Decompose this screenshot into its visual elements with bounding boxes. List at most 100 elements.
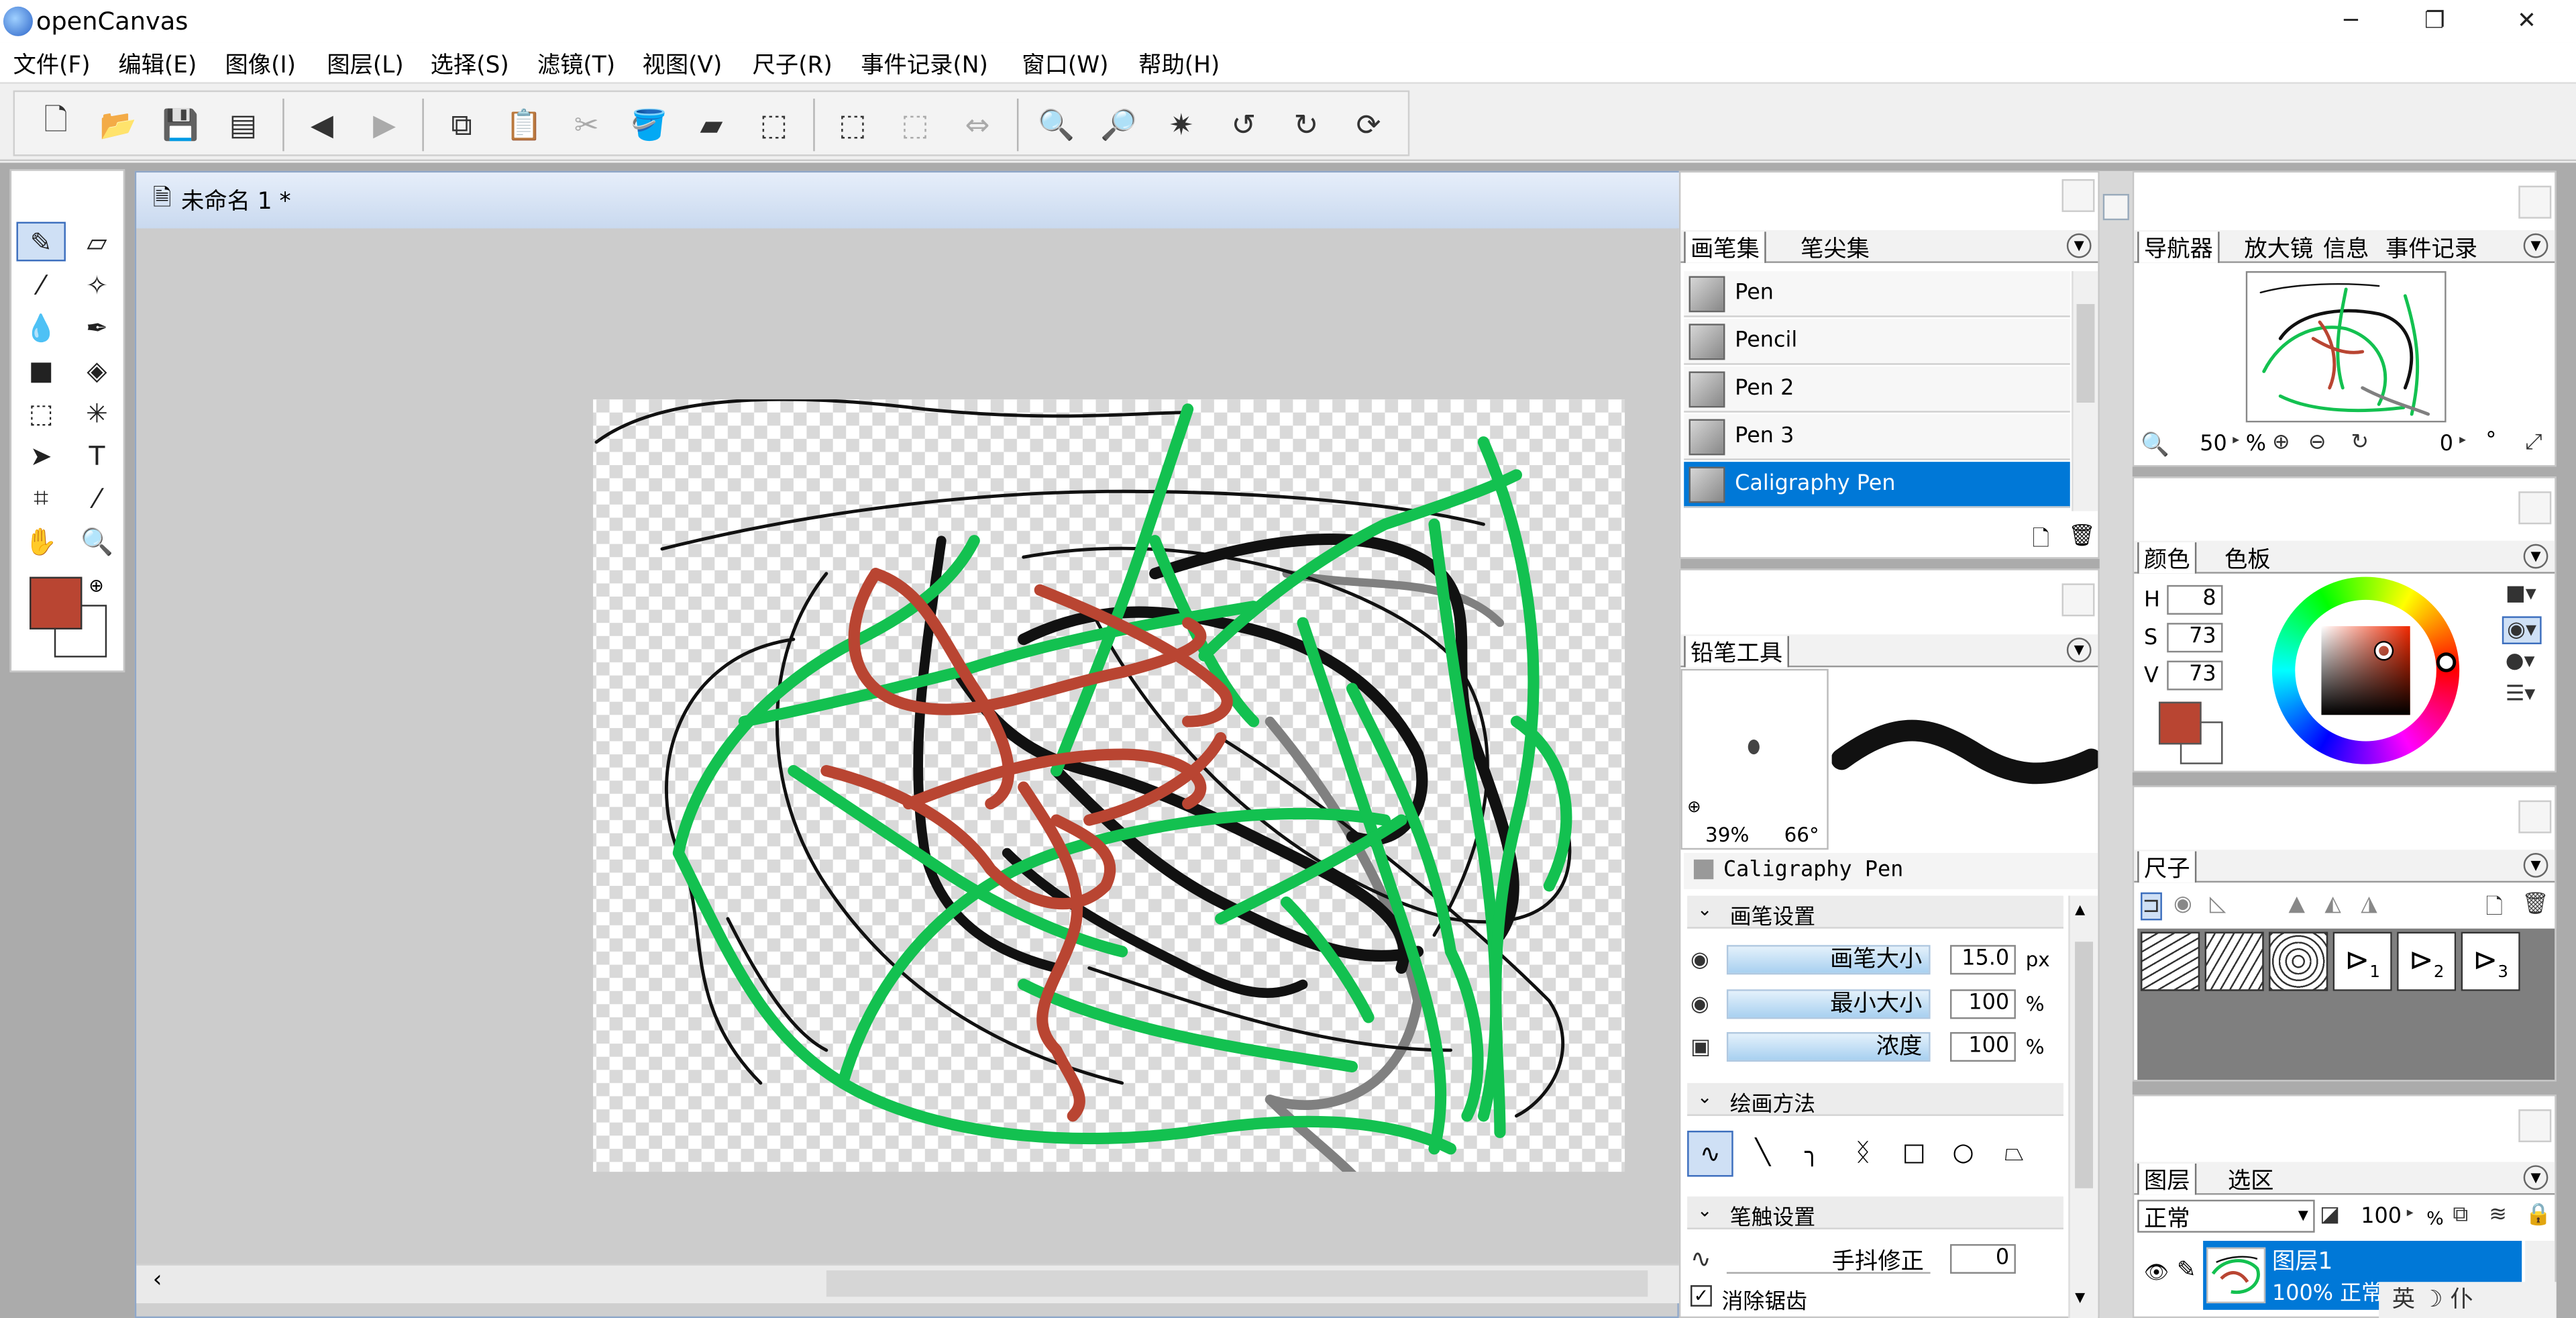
sv-square[interactable] bbox=[2321, 626, 2410, 715]
tab-event-record[interactable]: 事件记录 bbox=[2381, 232, 2483, 263]
panel-menu-icon[interactable]: ▼ bbox=[2523, 1165, 2548, 1190]
previous-icon[interactable]: ◀ bbox=[303, 105, 342, 145]
ruler-parallel-icon[interactable] bbox=[2141, 931, 2200, 991]
navigator-thumbnail[interactable] bbox=[2245, 271, 2447, 423]
sv-picker-icon[interactable] bbox=[2375, 642, 2392, 660]
selection-tool-icon[interactable]: ⬚ bbox=[16, 393, 65, 432]
color-fg-swatch[interactable] bbox=[2158, 701, 2202, 745]
tab-brush-set[interactable]: 画笔集 bbox=[1684, 232, 1766, 263]
foreground-color-swatch[interactable] bbox=[30, 576, 83, 629]
list-item-brush[interactable]: Pen 2 bbox=[1684, 366, 2070, 413]
line-method-icon[interactable]: ╲ bbox=[1739, 1131, 1786, 1177]
layer-visibility-eye-icon[interactable]: 👁 bbox=[2144, 1260, 2169, 1283]
delete-ruler-icon[interactable]: 🗑 bbox=[2522, 893, 2548, 917]
ruler-concentric-icon[interactable] bbox=[2269, 931, 2328, 991]
restore-button[interactable]: ❐ bbox=[2397, 0, 2473, 43]
panel-menu-icon[interactable]: ▼ bbox=[2523, 233, 2548, 258]
copy-icon[interactable]: ⧉ bbox=[442, 105, 482, 145]
swap-colors-icon[interactable]: ⊕ bbox=[89, 575, 104, 597]
fill-tool-icon[interactable]: ◈ bbox=[72, 350, 121, 390]
brush-tool-icon[interactable]: ⁄ bbox=[16, 264, 65, 304]
tab-layers[interactable]: 图层 bbox=[2137, 1163, 2197, 1195]
ime-indicator[interactable]: 英 ☽ 仆 bbox=[2379, 1282, 2557, 1318]
panel-menu-icon[interactable]: ▼ bbox=[2523, 544, 2548, 569]
rectangle-method-icon[interactable]: □ bbox=[1891, 1131, 1937, 1177]
ruler-snap-icon[interactable]: ⊐ bbox=[2141, 892, 2162, 921]
freehand-method-icon[interactable]: ∿ bbox=[1687, 1130, 1733, 1177]
panel-menu-icon[interactable]: ▼ bbox=[2066, 233, 2092, 258]
panel-menu-icon[interactable]: ▼ bbox=[2066, 638, 2092, 662]
color-mode-square-icon[interactable]: ■▾ bbox=[2506, 582, 2536, 607]
value-input[interactable]: 73 bbox=[2167, 660, 2223, 691]
ruler-radial-icon[interactable] bbox=[2204, 931, 2264, 991]
layer-stack-icon[interactable]: ≋ bbox=[2489, 1203, 2507, 1228]
curve-method-icon[interactable]: ╮ bbox=[1789, 1131, 1835, 1177]
layer-brush-lock-icon[interactable]: ✎ bbox=[2177, 1257, 2196, 1283]
brush-list-scrollbar[interactable] bbox=[2072, 271, 2098, 511]
ruler-perspective3-icon[interactable]: ◮ bbox=[2361, 893, 2377, 917]
scroll-left-icon[interactable]: ‹ bbox=[153, 1267, 162, 1293]
zoom-out-icon[interactable]: 🔎 bbox=[1099, 105, 1138, 145]
pencil-panel-scrollbar[interactable]: ▲ ▼ bbox=[2068, 895, 2098, 1318]
menu-edit[interactable]: 编辑(E) bbox=[118, 48, 197, 81]
tab-ruler[interactable]: 尺子 bbox=[2137, 851, 2197, 883]
panel-toggle-button[interactable] bbox=[2518, 800, 2552, 833]
eyedropper-tool-icon[interactable]: ⁄ bbox=[72, 478, 121, 518]
panel-menu-icon[interactable]: ▼ bbox=[2523, 853, 2548, 878]
close-button[interactable]: ✕ bbox=[2489, 0, 2565, 43]
stabilizer-slider[interactable]: 手抖修正 bbox=[1726, 1244, 1931, 1275]
menu-image[interactable]: 图像(I) bbox=[225, 48, 296, 81]
min-size-input[interactable]: 100 bbox=[1949, 989, 2016, 1019]
eraser-tool-icon[interactable]: ▱ bbox=[72, 222, 121, 262]
ruler-visible-icon[interactable]: ◉ bbox=[2174, 893, 2192, 917]
density-slider[interactable]: 浓度 bbox=[1726, 1031, 1931, 1062]
paste-icon[interactable]: 📋 bbox=[504, 105, 544, 145]
stabilizer-input[interactable]: 0 bbox=[1949, 1244, 2016, 1274]
save-icon[interactable]: 💾 bbox=[161, 105, 201, 145]
menu-ruler[interactable]: 尺子(R) bbox=[753, 48, 833, 81]
ruler-vp1-icon[interactable]: ⊳1 bbox=[2332, 931, 2392, 991]
size-pressure-icon[interactable]: ◉ bbox=[1690, 948, 1709, 973]
menu-file[interactable]: 文件(F) bbox=[13, 48, 91, 81]
brush-size-input[interactable]: 15.0 bbox=[1949, 945, 2016, 975]
min-size-pressure-icon[interactable]: ◉ bbox=[1690, 993, 1709, 1017]
color-mode-sphere-icon[interactable]: ●▾ bbox=[2506, 649, 2535, 674]
tab-info[interactable]: 信息 bbox=[2318, 232, 2374, 263]
drawing-canvas[interactable] bbox=[136, 228, 1680, 1264]
select-rect-icon[interactable]: ⬚ bbox=[833, 105, 873, 145]
fit-icon[interactable]: ⤢ bbox=[2525, 431, 2542, 456]
menu-event-record[interactable]: 事件记录(N) bbox=[861, 48, 988, 81]
zoom-in-icon[interactable]: 🔍 bbox=[1036, 105, 1076, 145]
rotation-value[interactable]: 0 bbox=[2440, 432, 2453, 457]
stroke-settings-header[interactable]: ⌄ 笔触设置 bbox=[1687, 1196, 2063, 1231]
gradient-tool-icon[interactable]: ■ bbox=[16, 350, 65, 390]
panel-toggle-button[interactable] bbox=[2061, 583, 2095, 617]
canvas-area[interactable] bbox=[136, 228, 1681, 1264]
menu-select[interactable]: 选择(S) bbox=[431, 48, 509, 81]
rotate-icon[interactable]: ↻ bbox=[2351, 431, 2369, 456]
brush-settings-header[interactable]: ⌄ 画笔设置 bbox=[1687, 895, 2063, 930]
tab-brush-tip-set[interactable]: 笔尖集 bbox=[1796, 232, 1875, 263]
text-tool-icon[interactable]: T bbox=[72, 436, 121, 475]
pen-tool-icon[interactable]: ✎ bbox=[16, 221, 66, 262]
list-item-brush[interactable]: Pen 3 bbox=[1684, 414, 2070, 460]
invert-selection-icon[interactable]: ⇔ bbox=[958, 105, 998, 145]
opacity-spin-icon[interactable]: ▸ bbox=[2407, 1205, 2414, 1219]
transform-icon[interactable]: ⬚ bbox=[754, 105, 794, 145]
ruler-vp2-icon[interactable]: ⊳2 bbox=[2397, 931, 2457, 991]
horizontal-scrollbar[interactable]: ‹ bbox=[136, 1264, 1681, 1304]
tab-selection[interactable]: 选区 bbox=[2222, 1164, 2278, 1195]
density-input[interactable]: 100 bbox=[1949, 1031, 2016, 1062]
new-brush-icon[interactable]: 🗋 bbox=[2032, 524, 2049, 560]
color-mode-sliders-icon[interactable]: ☰▾ bbox=[2506, 682, 2536, 707]
list-item-brush-selected[interactable]: Caligraphy Pen bbox=[1684, 462, 2070, 508]
panel-toggle-button[interactable] bbox=[2518, 185, 2552, 219]
delete-brush-icon[interactable]: 🗑 bbox=[2068, 524, 2095, 549]
move-tool-icon[interactable]: ➤ bbox=[16, 436, 65, 475]
saturation-input[interactable]: 73 bbox=[2167, 623, 2223, 653]
rotate-right-icon[interactable]: ↻ bbox=[1287, 105, 1326, 145]
hue-input[interactable]: 8 bbox=[2167, 585, 2223, 615]
ruler-angle-icon[interactable]: ◺ bbox=[2210, 893, 2226, 917]
color-mode-wheel-icon[interactable]: ◉▾ bbox=[2502, 616, 2542, 645]
list-item-brush[interactable]: Pen bbox=[1684, 271, 2070, 317]
